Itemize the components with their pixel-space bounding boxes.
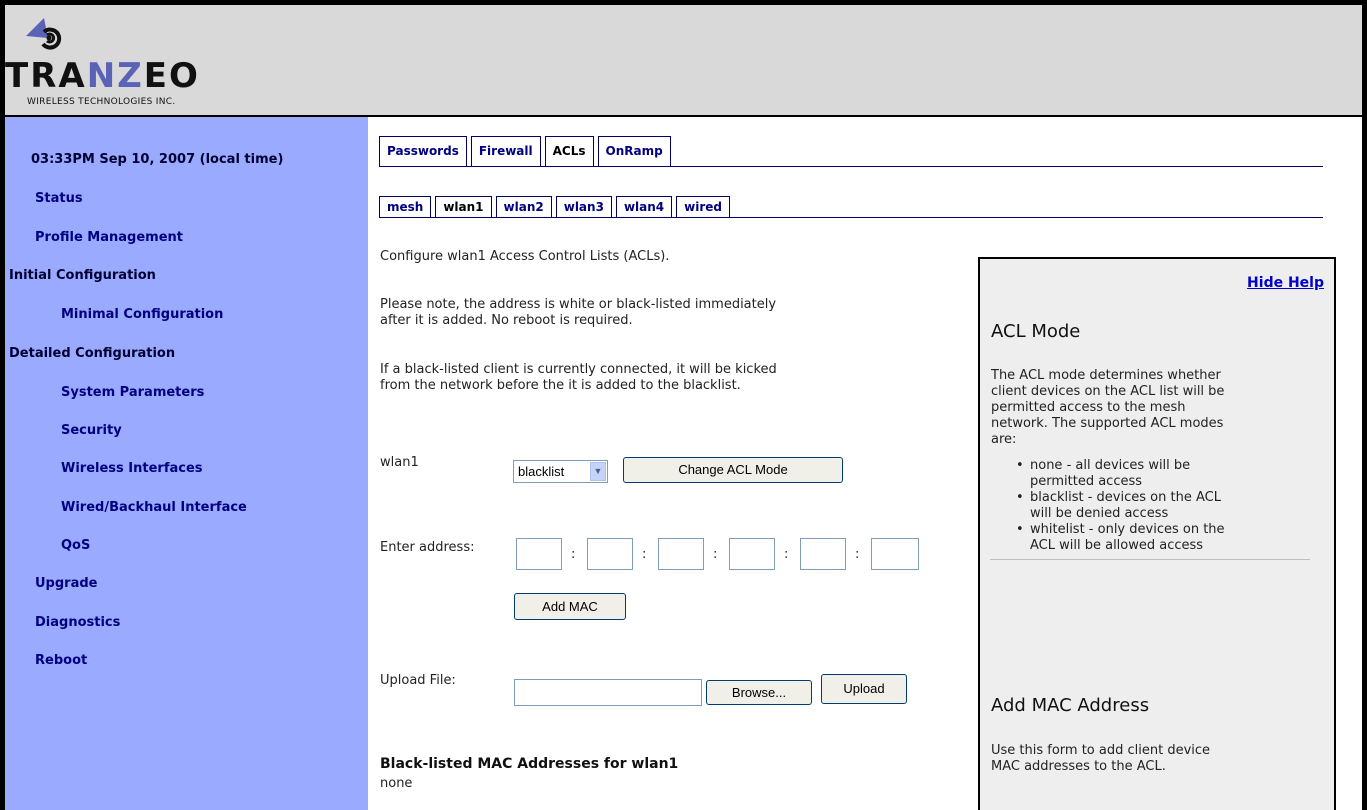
blacklist-title: Black-listed MAC Addresses for wlan1 — [380, 756, 679, 772]
upload-button[interactable]: Upload — [821, 674, 907, 704]
sidebar-item-wireless-interfaces[interactable]: Wireless Interfaces — [61, 461, 203, 476]
tab-passwords[interactable]: Passwords — [379, 136, 467, 166]
mac-separator: : — [855, 547, 860, 562]
add-mac-button[interactable]: Add MAC — [514, 593, 626, 620]
tab-acls[interactable]: ACLs — [544, 136, 594, 166]
address-label: Enter address: — [380, 540, 475, 555]
interface-tabs-underline — [379, 217, 1323, 218]
brand-name: TRANZEO — [5, 56, 200, 96]
primary-tabs-underline — [379, 166, 1323, 167]
mac-octet-6-input[interactable] — [871, 538, 919, 570]
sidebar-item-system-parameters[interactable]: System Parameters — [61, 385, 204, 400]
main-content: Passwords Firewall ACLs OnRamp mesh wlan… — [368, 117, 1362, 810]
help-acl-mode-list: none - all devices will bepermitted acce… — [1016, 458, 1225, 554]
help-acl-mode-line3: permitted access to the mesh — [991, 400, 1186, 415]
mode-label: wlan1 — [380, 455, 419, 470]
brand-name-right: EO — [143, 56, 200, 96]
help-acl-mode-title: ACL Mode — [991, 321, 1081, 342]
mode-whitelist-line2: ACL will be allowed access — [1030, 538, 1204, 553]
header-bar: TRANZEO WIRELESS TECHNOLOGIES INC. — [5, 5, 1362, 117]
mac-octet-5-input[interactable] — [800, 538, 846, 570]
mac-separator: : — [713, 547, 718, 562]
change-acl-mode-button[interactable]: Change ACL Mode — [623, 457, 843, 483]
mode-none-line2: permitted access — [1030, 474, 1143, 489]
chevron-down-icon: ▼ — [590, 462, 606, 481]
mac-octet-4-input[interactable] — [729, 538, 775, 570]
sidebar-item-upgrade[interactable]: Upgrade — [35, 576, 97, 591]
brand-name-mid: NZ — [86, 56, 144, 96]
help-acl-mode-line5: are: — [991, 432, 1017, 447]
help-acl-mode-line2: client devices on the ACL list will be — [991, 384, 1225, 399]
help-acl-mode-line1: The ACL mode determines whether — [991, 368, 1221, 383]
sidebar-item-diagnostics[interactable]: Diagnostics — [35, 615, 120, 630]
interface-tabs: mesh wlan1 wlan2 wlan3 wlan4 wired — [379, 194, 734, 218]
local-time: 03:33PM Sep 10, 2007 (local time) — [31, 152, 284, 167]
tab-firewall[interactable]: Firewall — [470, 136, 541, 166]
blacklist-value: none — [380, 776, 413, 791]
sidebar-item-security[interactable]: Security — [61, 423, 122, 438]
intro-text: Configure wlan1 Access Control Lists (AC… — [380, 249, 670, 264]
tab-onramp[interactable]: OnRamp — [597, 136, 671, 166]
brand-name-left: TRA — [5, 56, 87, 96]
tab-wlan3[interactable]: wlan3 — [555, 196, 612, 218]
help-acl-mode-line4: network. The supported ACL modes — [991, 416, 1224, 431]
tab-wlan4[interactable]: wlan4 — [615, 196, 673, 218]
tranzeo-logo[interactable]: TRANZEO WIRELESS TECHNOLOGIES INC. — [5, 18, 295, 107]
tab-wlan1[interactable]: wlan1 — [435, 196, 492, 218]
note-kick-line1: If a black-listed client is currently co… — [380, 362, 777, 377]
help-add-mac-line1: Use this form to add client device — [991, 743, 1211, 758]
hide-help-link[interactable]: Hide Help — [1247, 275, 1324, 291]
note-immediate-line1: Please note, the address is white or bla… — [380, 297, 777, 312]
primary-tabs: Passwords Firewall ACLs OnRamp — [379, 135, 675, 166]
list-item: blacklist - devices on the ACLwill be de… — [1016, 490, 1225, 522]
note-immediate-line2: after it is added. No reboot is required… — [380, 313, 633, 328]
note-kick-line2: from the network before the it is added … — [380, 378, 741, 393]
list-item: whitelist - only devices on theACL will … — [1016, 522, 1225, 554]
help-divider — [990, 559, 1310, 560]
sidebar-item-initial-configuration[interactable]: Initial Configuration — [9, 268, 156, 283]
tab-wlan2[interactable]: wlan2 — [495, 196, 552, 218]
browse-button[interactable]: Browse... — [706, 680, 812, 705]
tab-wired[interactable]: wired — [676, 196, 730, 218]
sidebar-item-minimal-configuration[interactable]: Minimal Configuration — [61, 307, 223, 322]
list-item: none - all devices will bepermitted acce… — [1016, 458, 1225, 490]
browser-frame: TRANZEO WIRELESS TECHNOLOGIES INC. 03:33… — [5, 5, 1362, 810]
mac-separator: : — [571, 547, 576, 562]
help-add-mac-title: Add MAC Address — [991, 695, 1150, 716]
sidebar-item-detailed-configuration[interactable]: Detailed Configuration — [9, 346, 175, 361]
mode-blacklist-line1: blacklist - devices on the ACL — [1030, 490, 1221, 505]
sidebar-item-wired-backhaul-interface[interactable]: Wired/Backhaul Interface — [61, 500, 247, 515]
acl-mode-select[interactable]: blacklist ▼ — [513, 460, 608, 483]
mac-octet-3-input[interactable] — [658, 538, 704, 570]
help-panel: Hide Help ACL Mode The ACL mode determin… — [978, 257, 1336, 810]
upload-file-input[interactable] — [514, 679, 702, 706]
brand-tagline: WIRELESS TECHNOLOGIES INC. — [27, 97, 176, 107]
sidebar-item-reboot[interactable]: Reboot — [35, 653, 87, 668]
mac-separator: : — [642, 547, 647, 562]
acl-mode-value: blacklist — [518, 464, 565, 479]
tab-mesh[interactable]: mesh — [379, 196, 432, 218]
antenna-swirl-icon — [26, 18, 62, 50]
sidebar-item-profile-management[interactable]: Profile Management — [35, 230, 183, 245]
upload-label: Upload File: — [380, 673, 456, 688]
sidebar-item-qos[interactable]: QoS — [61, 538, 90, 553]
mode-blacklist-line2: will be denied access — [1030, 506, 1169, 521]
mac-octet-2-input[interactable] — [587, 538, 633, 570]
sidebar-item-status[interactable]: Status — [35, 191, 83, 206]
mac-octet-1-input[interactable] — [516, 538, 562, 570]
help-add-mac-line2: MAC addresses to the ACL. — [991, 759, 1166, 774]
mode-none-line1: none - all devices will be — [1030, 458, 1191, 473]
mac-separator: : — [784, 547, 789, 562]
mode-whitelist-line1: whitelist - only devices on the — [1030, 522, 1225, 537]
sidebar: 03:33PM Sep 10, 2007 (local time) Status… — [5, 117, 368, 810]
